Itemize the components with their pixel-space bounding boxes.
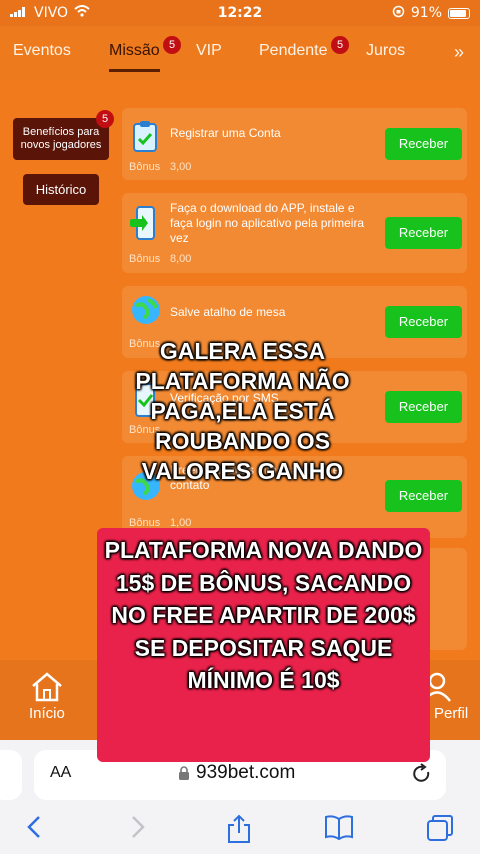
receive-button[interactable]: Receber: [385, 306, 462, 338]
home-label[interactable]: Início: [29, 705, 65, 722]
tab-eventos[interactable]: Eventos: [13, 42, 71, 60]
historico-button[interactable]: Histórico: [23, 174, 99, 205]
bonus-label: Bônus: [129, 253, 161, 265]
previous-tab-preview[interactable]: [0, 750, 22, 800]
mission-card: Registrar uma Conta Bônus 3,00 Receber: [122, 108, 467, 180]
bonus-label: Bônus: [129, 161, 161, 173]
receive-button[interactable]: Receber: [385, 391, 462, 423]
tab-pendente[interactable]: Pendente: [259, 42, 328, 60]
home-icon[interactable]: [30, 672, 64, 707]
receive-button[interactable]: Receber: [385, 217, 462, 249]
beneficios-button[interactable]: Benefícios para novos jogadores: [13, 118, 109, 160]
bookmarks-icon[interactable]: [324, 814, 354, 845]
bonus-value: 8,00: [170, 253, 192, 265]
mission-title: Faça o download do APP, instale e faça l…: [170, 201, 365, 245]
orientation-lock-icon: [392, 5, 405, 22]
battery-percent: 91%: [410, 5, 442, 21]
receive-button[interactable]: Receber: [385, 480, 462, 512]
tab-missao-badge: 5: [163, 36, 181, 54]
tab-missao[interactable]: Missão: [109, 42, 160, 72]
forward-icon[interactable]: [130, 814, 146, 845]
beneficios-badge: 5: [96, 110, 114, 128]
status-bar: VIVO 12:22 91%: [0, 0, 480, 26]
bonus-value: 3,00: [170, 161, 192, 173]
double-chevron-right-icon[interactable]: »: [454, 42, 464, 63]
mission-title: Salve atalho de mesa: [170, 305, 286, 319]
wifi-icon: [74, 5, 90, 21]
battery-icon: [448, 7, 470, 19]
tab-juros[interactable]: Juros: [366, 42, 405, 60]
caption-overlay-top: GALERA ESSA PLATAFORMA NÃO PAGA,ELA ESTÁ…: [135, 338, 350, 484]
carrier-name: VIVO: [34, 5, 69, 21]
caption-overlay-box: PLATAFORMA NOVA DANDO 15$ DE BÔNUS, SACA…: [104, 537, 423, 693]
reload-icon[interactable]: [412, 763, 432, 790]
mission-card: Faça o download do APP, instale e faça l…: [122, 193, 467, 273]
tabs-icon[interactable]: [426, 814, 454, 847]
tab-pendente-badge: 5: [331, 36, 349, 54]
phone-download-icon: [130, 205, 162, 240]
tab-vip[interactable]: VIP: [196, 42, 222, 60]
globe-icon: [130, 294, 162, 326]
mission-title: Registrar uma Conta: [170, 126, 281, 140]
signal-icon: [10, 5, 28, 21]
top-tab-bar: Eventos Missão 5 VIP Pendente 5 Juros »: [0, 26, 480, 80]
reader-options-button[interactable]: AA: [50, 764, 71, 782]
lock-icon: [178, 766, 190, 786]
receive-button[interactable]: Receber: [385, 128, 462, 160]
share-icon[interactable]: [226, 814, 252, 849]
profile-label[interactable]: Perfil: [434, 705, 468, 722]
url-text[interactable]: 939bet.com: [196, 762, 295, 784]
clipboard-icon: [130, 120, 162, 152]
back-icon[interactable]: [26, 814, 42, 845]
